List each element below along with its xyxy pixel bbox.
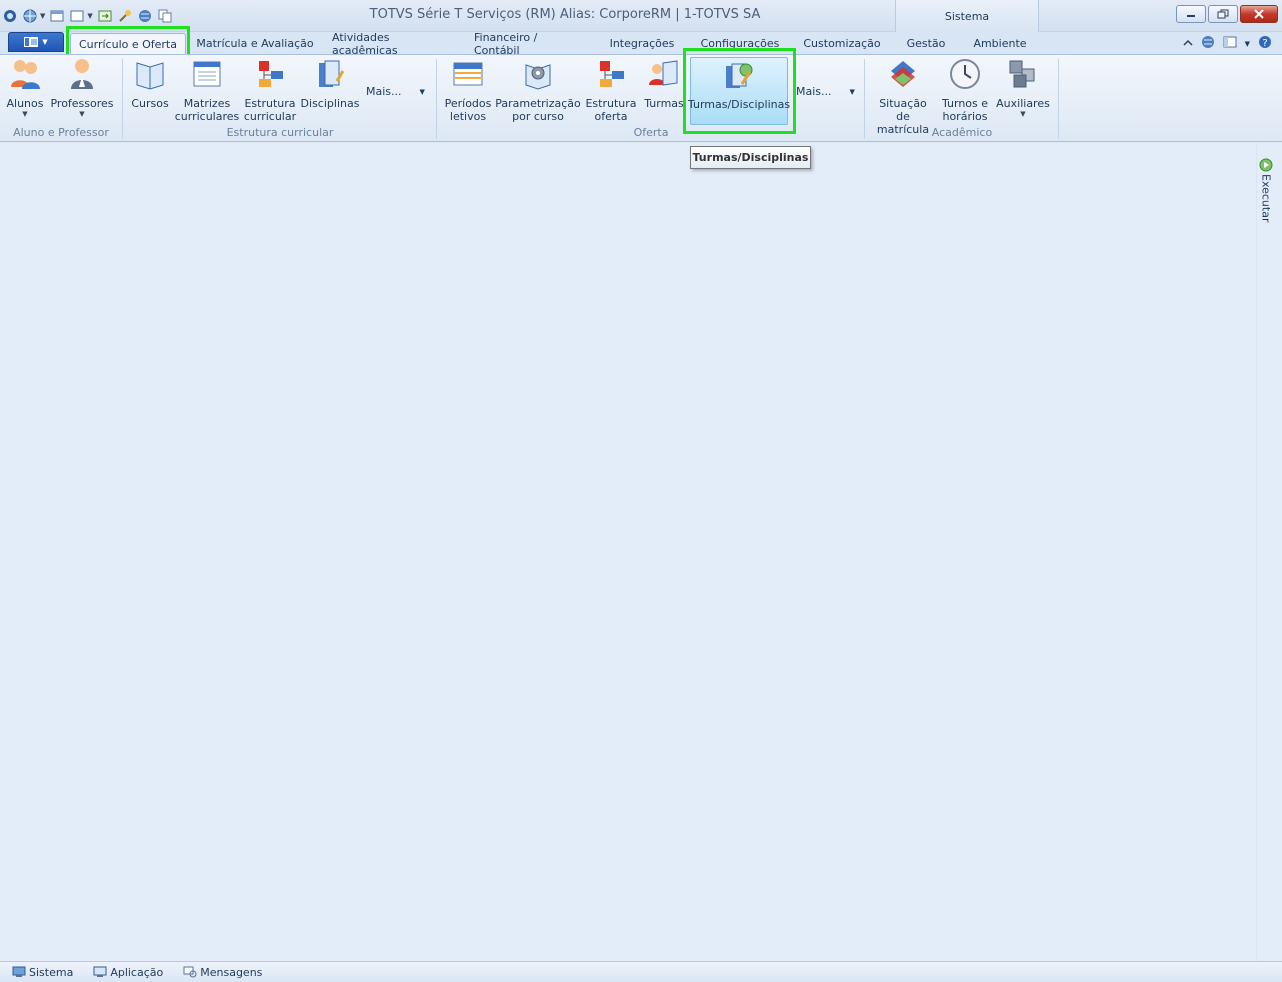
- web-help-icon[interactable]: [1201, 35, 1215, 52]
- statusbar-aplicacao[interactable]: Aplicação: [93, 966, 163, 979]
- mais-oferta-dropdown[interactable]: Mais... ▼: [796, 85, 855, 98]
- auxiliares-dropdown-icon: ▼: [1020, 110, 1026, 118]
- class-disciplines-icon: [722, 58, 756, 92]
- calendar-icon: [451, 57, 485, 91]
- estrutura-curricular-button[interactable]: Estrutura curricular: [242, 57, 298, 123]
- context-tab-sistema[interactable]: Sistema: [895, 0, 1039, 32]
- cursos-button[interactable]: Cursos: [128, 57, 172, 110]
- app-menu-dropdown-icon: ▼: [42, 38, 48, 46]
- help-icon[interactable]: ?: [1258, 35, 1272, 52]
- tab-curriculo-e-oferta[interactable]: Currículo e Oferta: [70, 33, 186, 54]
- turmas-disciplinas-button[interactable]: Turmas/Disciplinas: [688, 57, 790, 125]
- group-label-oferta: Oferta: [633, 126, 669, 139]
- tab-configuracoes[interactable]: Configurações: [698, 33, 782, 54]
- ribbon-tab-row: ▼ Currículo e Oferta Matrícula e Avaliaç…: [0, 31, 1282, 57]
- curriculum-matrix-icon: [190, 57, 224, 91]
- app-menu-icon: [24, 37, 39, 47]
- parametrizacao-por-curso-button[interactable]: Parametrização por curso: [495, 57, 581, 123]
- run-icon: [1259, 158, 1273, 172]
- clock-icon: [948, 57, 982, 91]
- offer-structure-icon: [594, 57, 628, 91]
- cubes-icon: [1006, 57, 1040, 91]
- tab-gestao[interactable]: Gestão: [902, 33, 950, 54]
- group-separator: [1058, 59, 1059, 139]
- gear-book-icon: [521, 57, 555, 91]
- book-icon: [133, 57, 167, 91]
- svg-text:?: ?: [1262, 38, 1267, 49]
- application-menu-button[interactable]: ▼: [8, 32, 64, 52]
- teacher-icon: [65, 57, 99, 91]
- disciplinas-button[interactable]: Disciplinas: [301, 57, 359, 110]
- close-button[interactable]: [1240, 5, 1278, 23]
- side-panel: [1256, 143, 1282, 961]
- tab-customizacao[interactable]: Customização: [802, 33, 882, 54]
- statusbar-sistema[interactable]: Sistema: [12, 966, 73, 979]
- tab-financeiro-contabil[interactable]: Financeiro / Contábil: [474, 31, 586, 57]
- professores-button[interactable]: Professores ▼: [50, 57, 114, 118]
- monitor-icon: [12, 966, 26, 977]
- minimize-button[interactable]: [1176, 5, 1206, 23]
- tab-integracoes[interactable]: Integrações: [606, 33, 678, 54]
- professores-dropdown-icon: ▼: [79, 110, 85, 118]
- window-controls: [1176, 5, 1278, 23]
- disciplines-icon: [313, 57, 347, 91]
- group-label-academico: Acadêmico: [931, 126, 993, 139]
- ribbon-right-icons: ▼ ?: [1183, 35, 1272, 52]
- collapse-ribbon-icon[interactable]: [1183, 37, 1193, 50]
- group-label-aluno-professor: Aluno e Professor: [13, 126, 109, 139]
- group-label-estrutura-curricular: Estrutura curricular: [226, 126, 334, 139]
- tooltip: Turmas/Disciplinas: [690, 146, 811, 169]
- alunos-dropdown-icon: ▼: [22, 110, 28, 118]
- alunos-button[interactable]: Alunos ▼: [4, 57, 46, 118]
- mais-dropdown-icon: ▼: [419, 87, 425, 96]
- turnos-e-horarios-button[interactable]: Turnos e horários: [940, 57, 990, 123]
- ribbon: Alunos ▼ Professores ▼ Aluno e Professor…: [0, 54, 1282, 142]
- students-icon: [8, 57, 42, 91]
- mais-dropdown-icon: ▼: [849, 87, 855, 96]
- group-separator: [436, 59, 437, 139]
- tab-matricula-e-avaliacao[interactable]: Matrícula e Avaliação: [196, 33, 314, 54]
- tab-atividades-academicas[interactable]: Atividades acadêmicas: [332, 31, 456, 57]
- executar-panel-tab[interactable]: Executar: [1259, 158, 1273, 223]
- statusbar-mensagens[interactable]: Mensagens: [183, 966, 262, 979]
- turmas-button[interactable]: Turmas: [644, 57, 684, 110]
- title-bar: ▼ ▼ TOTVS Série T Serviços (RM) Alias: C…: [0, 0, 1282, 32]
- periodos-letivos-button[interactable]: Períodos letivos: [442, 57, 494, 123]
- auxiliares-button[interactable]: Auxiliares ▼: [996, 57, 1050, 118]
- layout-dropdown-icon[interactable]: ▼: [1245, 40, 1250, 48]
- situacao-de-matricula-button[interactable]: Situação de matrícula: [872, 57, 934, 136]
- application-icon: [93, 966, 107, 977]
- matrizes-curriculares-button[interactable]: Matrizes curriculares: [175, 57, 239, 123]
- estrutura-oferta-button[interactable]: Estrutura oferta: [584, 57, 638, 123]
- enrollment-status-icon: [886, 57, 920, 91]
- workspace: [0, 143, 1256, 961]
- classes-icon: [647, 57, 681, 91]
- layout-icon[interactable]: [1223, 36, 1237, 51]
- messages-icon: [183, 966, 197, 978]
- structure-icon: [253, 57, 287, 91]
- status-bar: Sistema Aplicação Mensagens: [0, 961, 1282, 982]
- group-separator: [122, 59, 123, 139]
- mais-estrutura-dropdown[interactable]: Mais... ▼: [366, 85, 425, 98]
- group-separator: [864, 59, 865, 139]
- tab-ambiente[interactable]: Ambiente: [970, 33, 1030, 54]
- restore-button[interactable]: [1208, 5, 1238, 23]
